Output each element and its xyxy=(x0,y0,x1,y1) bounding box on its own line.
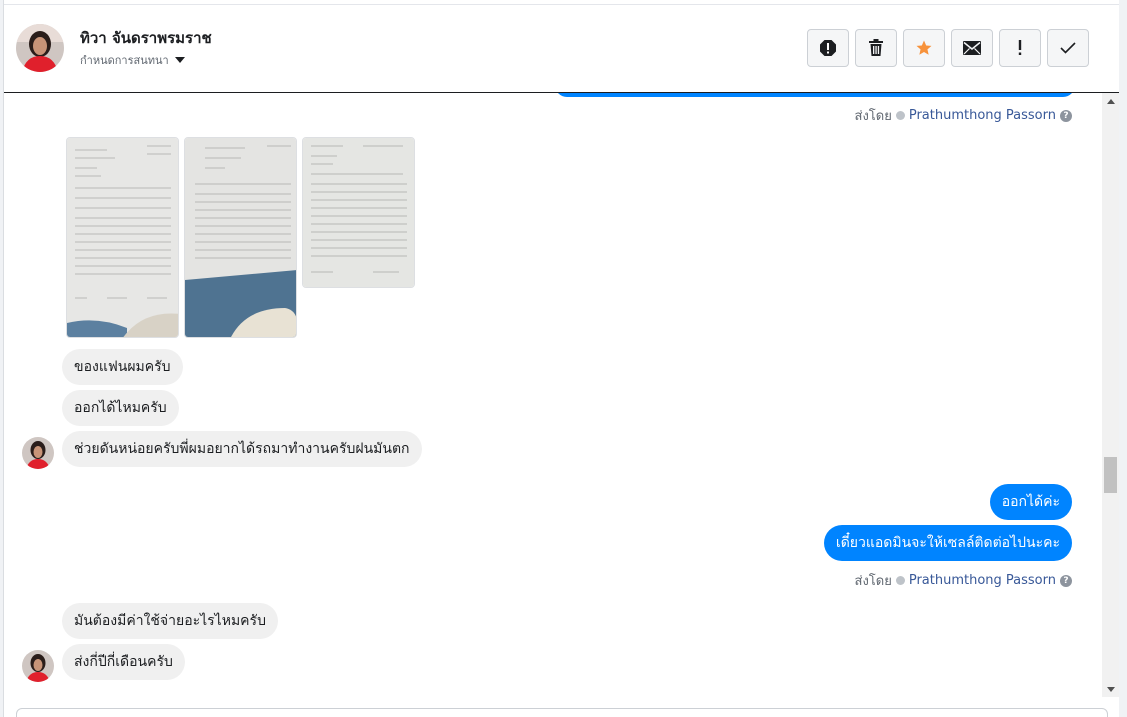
agent-name[interactable]: Prathumthong Passorn xyxy=(909,573,1056,588)
star-button[interactable] xyxy=(903,29,945,67)
message-thread: ส่งโดย Prathumthong Passorn ? ของแฟนผมคร… xyxy=(4,93,1102,707)
agent-status-icon xyxy=(895,576,905,585)
incoming-message: ออกได้ไหมครับ xyxy=(62,390,179,426)
thread-scrollbar[interactable] xyxy=(1102,93,1119,697)
agent-name[interactable]: Prathumthong Passorn xyxy=(909,108,1056,123)
agent-status-icon xyxy=(895,111,905,120)
spam-button[interactable] xyxy=(807,29,849,67)
outgoing-message: เดี๋ยวแอดมินจะให้เซลล์ติดต่อไปนะคะ xyxy=(823,525,1072,561)
assign-conversation-dropdown[interactable]: กำหนดการสนทนา xyxy=(80,51,185,69)
incoming-message: ช่วยดันหน่อยครับพี่ผมอยากได้รถมาทำงานครั… xyxy=(62,431,422,467)
check-icon xyxy=(1060,42,1076,54)
contact-avatar-small[interactable] xyxy=(22,437,54,469)
scroll-down-arrow-icon[interactable] xyxy=(1102,683,1119,695)
envelope-icon xyxy=(963,41,981,55)
incoming-message: มันต้องมีค่าใช้จ่ายอะไรไหมครับ xyxy=(62,603,278,639)
star-icon xyxy=(916,40,932,55)
sent-by-label: ส่งโดย Prathumthong Passorn ? xyxy=(855,105,1072,126)
document-photo-3[interactable] xyxy=(302,137,415,288)
window-right-edge xyxy=(1119,0,1127,717)
document-photo-1[interactable] xyxy=(66,137,179,338)
outgoing-message: ออกได้ค่ะ xyxy=(989,484,1072,520)
mark-unread-button[interactable] xyxy=(951,29,993,67)
done-button[interactable] xyxy=(1047,29,1089,67)
help-icon[interactable]: ? xyxy=(1060,109,1072,122)
sent-by-prefix: ส่งโดย xyxy=(854,109,892,124)
contact-avatar-small[interactable] xyxy=(22,650,54,682)
document-photo-2[interactable] xyxy=(184,137,297,338)
contact-name: ทิวา จันดราพรมราช xyxy=(80,29,212,47)
follow-up-button[interactable] xyxy=(999,29,1041,67)
incoming-message: ส่งกี่ปีกี่เดือนครับ xyxy=(62,644,185,680)
trash-icon xyxy=(869,39,883,56)
sent-by-prefix: ส่งโดย xyxy=(854,574,892,589)
contact-avatar[interactable] xyxy=(16,24,64,72)
sent-by-label: ส่งโดย Prathumthong Passorn ? xyxy=(855,570,1072,591)
incoming-message: ของแฟนผมครับ xyxy=(62,349,183,385)
outgoing-message-partial xyxy=(555,93,1075,97)
assign-label: กำหนดการสนทนา xyxy=(80,54,169,67)
exclamation-icon xyxy=(1018,40,1022,55)
help-icon[interactable]: ? xyxy=(1060,574,1072,587)
scroll-up-arrow-icon[interactable] xyxy=(1102,95,1119,107)
message-composer[interactable] xyxy=(16,708,1108,717)
scrollbar-thumb[interactable] xyxy=(1104,457,1117,493)
delete-button[interactable] xyxy=(855,29,897,67)
conversation-header: ทิวา จันดราพรมราช กำหนดการสนทนา xyxy=(4,4,1119,93)
alert-circle-icon xyxy=(820,40,836,56)
caret-down-icon xyxy=(174,57,185,63)
conversation-toolbar xyxy=(807,29,1089,67)
